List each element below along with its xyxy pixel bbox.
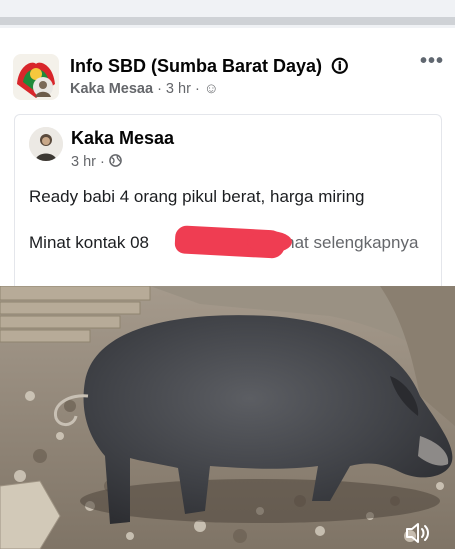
post-author-link[interactable]: Kaka Mesaa bbox=[70, 81, 153, 97]
shared-post-meta: 3 hr · bbox=[71, 154, 122, 170]
group-name-text: Info SBD (Sumba Barat Daya) bbox=[70, 56, 323, 76]
top-divider bbox=[0, 0, 455, 28]
meta-separator: · bbox=[194, 81, 204, 97]
shared-author-avatar[interactable] bbox=[29, 127, 63, 161]
post-photo[interactable] bbox=[0, 286, 455, 549]
post-time[interactable]: 3 hr bbox=[166, 81, 191, 97]
post-text-line-1: Ready babi 4 orang pikul berat, harga mi… bbox=[29, 187, 365, 206]
shared-post-time[interactable]: 3 hr bbox=[71, 154, 96, 170]
shared-author-name[interactable]: Kaka Mesaa bbox=[71, 128, 174, 149]
group-name-link[interactable]: Info SBD (Sumba Barat Daya) 🛈 bbox=[70, 54, 348, 83]
meta-separator: · bbox=[100, 154, 109, 170]
post-meta: Kaka Mesaa · 3 hr · ☺ bbox=[70, 81, 219, 97]
question-diamond-icon: 🛈 bbox=[331, 57, 349, 76]
group-logo-avatar[interactable] bbox=[13, 54, 59, 100]
volume-icon[interactable] bbox=[404, 520, 432, 546]
globe-icon bbox=[109, 154, 122, 170]
more-options-icon[interactable]: ••• bbox=[420, 50, 444, 73]
phone-redaction-tail bbox=[247, 231, 292, 253]
feed-post: Info SBD (Sumba Barat Daya) 🛈 Kaka Mesaa… bbox=[0, 28, 455, 549]
divider-line bbox=[0, 17, 455, 25]
contact-prefix: Minat kontak 08 bbox=[29, 233, 150, 252]
group-audience-icon: ☺ bbox=[203, 81, 219, 97]
shared-post-card: Kaka Mesaa 3 hr · Ready babi 4 orang pik… bbox=[14, 114, 442, 315]
meta-separator: · bbox=[157, 81, 166, 97]
